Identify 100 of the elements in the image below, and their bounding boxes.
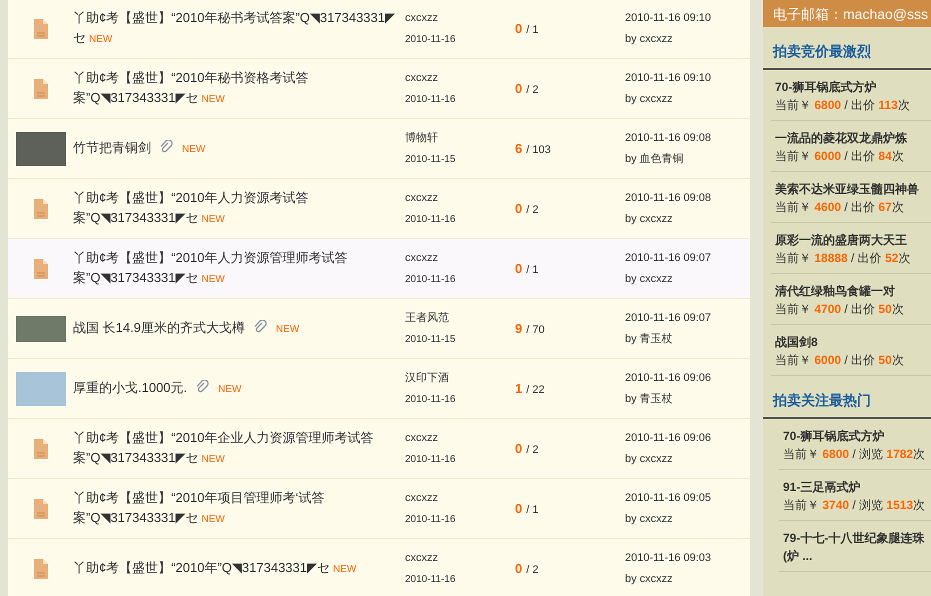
new-document-icon <box>32 498 48 520</box>
photo-placeholder[interactable] <box>16 316 66 342</box>
reply-count: 0 <box>515 80 522 96</box>
view-count: / 2 <box>526 564 538 576</box>
stat-label: / 出价 <box>843 353 876 367</box>
stat-count: 67 <box>878 200 892 214</box>
stat-count: 52 <box>885 251 898 265</box>
unit-label: 次 <box>892 149 904 163</box>
auction-item-link[interactable]: 91-三足鬲式炉 <box>783 478 931 496</box>
author-link[interactable]: cxcxzz <box>405 70 515 86</box>
thread-title-link[interactable]: 丫助¢考【盛世】“2010年秘书资格考试答案”Q◥317343331◤セ NEW <box>73 68 405 110</box>
post-date: 2010-11-16 <box>405 33 456 48</box>
stat-label: / 出价 <box>843 98 876 112</box>
auction-item-link[interactable]: 一流品的菱花双龙鼎炉炼 <box>775 129 931 147</box>
unit-label: 次 <box>892 200 904 214</box>
thread-title-link[interactable]: 厚重的小戈.1000元. NEW <box>73 378 405 400</box>
post-date: 2010-11-16 <box>405 213 456 228</box>
thread-title-link[interactable]: 丫助¢考【盛世】“2010年项目管理师考‘试答案”Q◥317343331◤セ NEW <box>73 488 405 530</box>
new-document-icon <box>32 198 48 220</box>
view-count: / 1 <box>526 504 538 516</box>
last-post-author[interactable]: by cxcxzz <box>625 268 712 290</box>
last-post-time[interactable]: 2010-11-16 09:08 <box>625 188 712 208</box>
author-link[interactable]: 汉印下酒 <box>405 370 515 386</box>
post-date: 2010-11-16 <box>405 573 456 588</box>
stat-label: / 出价 <box>850 251 883 265</box>
last-post-time[interactable]: 2010-11-16 09:03 <box>625 548 712 568</box>
view-count: / 70 <box>526 324 545 336</box>
view-count: / 2 <box>526 444 538 456</box>
price-label: 当前￥ <box>775 302 812 316</box>
last-post-author[interactable]: by cxcxzz <box>625 448 712 470</box>
post-date: 2010-11-16 <box>405 513 456 528</box>
author-link[interactable]: cxcxzz <box>405 250 515 266</box>
last-post-author[interactable]: by cxcxzz <box>625 208 712 230</box>
author-link[interactable]: cxcxzz <box>405 190 515 206</box>
stat-label: / 出价 <box>843 149 876 163</box>
auction-item-link[interactable]: 战国剑8 <box>775 333 931 351</box>
thread-title-link[interactable]: 竹节把青铜剑 NEW <box>73 138 405 160</box>
last-post-author[interactable]: by 青玉杖 <box>625 388 712 410</box>
price-value: 3740 <box>822 498 850 512</box>
last-post-time[interactable]: 2010-11-16 09:06 <box>625 368 712 388</box>
thread-title-link[interactable]: 丫助¢考【盛世】“2010年人力资源考试答案”Q◥317343331◤セ NEW <box>73 188 405 230</box>
last-post-author[interactable]: by cxcxzz <box>625 88 712 110</box>
last-post-time[interactable]: 2010-11-16 09:10 <box>625 68 712 88</box>
unit-label: 次 <box>898 251 910 265</box>
last-post-time[interactable]: 2010-11-16 09:08 <box>625 128 712 148</box>
reply-count: 0 <box>515 440 522 456</box>
last-post-author[interactable]: by cxcxzz <box>625 568 712 590</box>
photo-placeholder[interactable] <box>16 132 66 166</box>
view-count: / 22 <box>526 384 545 396</box>
author-link[interactable]: 王者风范 <box>405 310 515 326</box>
stat-label: / 浏览 <box>851 498 884 512</box>
price-value: 18888 <box>814 251 848 265</box>
new-document-icon <box>32 258 48 280</box>
thread-title-link[interactable]: 丫助¢考【盛世】“2010年”Q◥317343331◤セ NEW <box>73 558 405 580</box>
stat-count: 1782 <box>886 447 914 461</box>
auction-item-link[interactable]: 美索不达米亚绿玉髓四神兽 <box>775 180 931 198</box>
last-post-time[interactable]: 2010-11-16 09:05 <box>625 488 712 508</box>
auction-item-link[interactable]: 79-十七-十八世纪象腿连珠(炉 ... <box>783 529 931 565</box>
author-link[interactable]: 博物轩 <box>405 130 515 146</box>
last-post-time[interactable]: 2010-11-16 09:07 <box>625 248 712 268</box>
auction-item-link[interactable]: 原彩一流的盛唐两大天王 <box>775 231 931 249</box>
last-post-author[interactable]: by cxcxzz <box>625 508 712 530</box>
unit-label: 次 <box>892 353 904 367</box>
contact-email: 电子邮箱：machao@sss <box>763 0 931 27</box>
view-count: / 2 <box>526 204 538 216</box>
view-count: / 103 <box>526 144 551 156</box>
last-post-time[interactable]: 2010-11-16 09:10 <box>625 8 712 28</box>
last-post-time[interactable]: 2010-11-16 09:06 <box>625 428 712 448</box>
thread-title-link[interactable]: 丫助¢考【盛世】“2010年秘书考试答案”Q◥317343331◤セ NEW <box>73 8 405 50</box>
author-link[interactable]: cxcxzz <box>405 490 515 506</box>
unit-label: 次 <box>913 447 926 461</box>
new-document-icon <box>32 438 48 460</box>
last-post-author[interactable]: by 血色青铜 <box>625 148 712 170</box>
price-label: 当前￥ <box>775 149 812 163</box>
reply-count: 0 <box>515 20 522 36</box>
auction-item-link[interactable]: 清代红绿釉鸟食罐一对 <box>775 282 931 300</box>
author-link[interactable]: cxcxzz <box>405 10 515 26</box>
price-label: 当前￥ <box>775 353 812 367</box>
auction-item-link[interactable]: 70-狮耳锅底式方炉 <box>775 78 931 96</box>
price-value: 6000 <box>814 353 842 367</box>
reply-count: 0 <box>515 200 522 216</box>
view-count: / 1 <box>526 264 538 276</box>
thread-title-link[interactable]: 丫助¢考【盛世】“2010年企业人力资源管理师考试答案”Q◥317343331◤セ NEW <box>73 428 405 470</box>
unit-label: 次 <box>892 302 904 316</box>
last-post-author[interactable]: by cxcxzz <box>625 28 712 50</box>
post-date: 2010-11-16 <box>405 273 456 288</box>
thread-title-link[interactable]: 丫助¢考【盛世】“2010年人力资源管理师考试答案”Q◥317343331◤セ NEW <box>73 248 405 290</box>
price-value: 6000 <box>814 149 842 163</box>
new-document-icon <box>32 558 48 580</box>
last-post-author[interactable]: by 青玉杖 <box>625 328 712 350</box>
author-link[interactable]: cxcxzz <box>405 430 515 446</box>
price-label: 当前￥ <box>783 498 820 512</box>
last-post-time[interactable]: 2010-11-16 09:07 <box>625 308 712 328</box>
stat-label: / 浏览 <box>851 447 884 461</box>
author-link[interactable]: cxcxzz <box>405 550 515 566</box>
auction-item-link[interactable]: 70-狮耳锅底式方炉 <box>783 427 931 445</box>
reply-count: 6 <box>515 140 522 156</box>
price-value: 6800 <box>822 447 850 461</box>
reply-count: 0 <box>515 560 522 576</box>
thread-title-link[interactable]: 战国 长14.9厘米的齐式大戈樽 NEW <box>73 318 405 340</box>
